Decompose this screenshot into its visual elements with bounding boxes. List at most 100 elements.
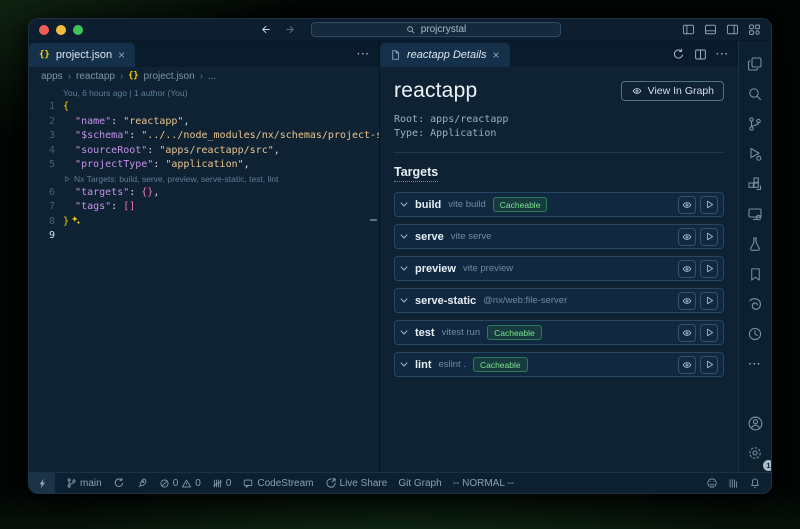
vim-mode-status[interactable]: -- NORMAL -- <box>453 478 514 489</box>
minimize-window-button[interactable] <box>56 25 66 35</box>
code-token: : <box>111 201 123 212</box>
target-actions <box>678 228 718 246</box>
breadcrumb-item[interactable]: apps <box>41 71 63 82</box>
account-icon[interactable] <box>739 408 771 438</box>
target-row-lint[interactable]: linteslint .Cacheable <box>394 352 724 377</box>
todo-tally-status[interactable]: 0 <box>212 478 232 489</box>
toggle-sidebar-right-icon[interactable] <box>726 23 739 36</box>
remote-explorer-icon[interactable] <box>739 199 771 229</box>
notifications-bell-icon[interactable] <box>749 477 761 489</box>
explorer-icon[interactable] <box>739 49 771 79</box>
refresh-icon[interactable] <box>672 48 685 61</box>
eye-icon <box>631 86 643 96</box>
codelens-top[interactable]: You, 6 hours ago | 1 author (You) <box>29 87 379 100</box>
target-row-preview[interactable]: previewvite preview <box>394 256 724 281</box>
problems-status[interactable]: 0 0 <box>159 478 201 489</box>
target-actions <box>678 356 718 374</box>
close-tab-icon[interactable]: × <box>493 49 500 61</box>
view-target-button[interactable] <box>678 228 696 246</box>
close-tab-icon[interactable]: × <box>118 49 125 61</box>
code-editor[interactable]: You, 6 hours ago | 1 author (You)1{2 "na… <box>29 85 379 472</box>
codestream-status[interactable]: CodeStream <box>242 478 313 489</box>
toggle-sidebar-left-icon[interactable] <box>682 23 695 36</box>
git-graph-status[interactable]: Git Graph <box>398 478 441 489</box>
live-share-status[interactable]: Live Share <box>325 477 388 489</box>
bookmarks-icon[interactable] <box>739 259 771 289</box>
sync-status-icon[interactable] <box>113 477 125 489</box>
breadcrumb-item[interactable]: ... <box>208 71 216 82</box>
split-editor-icon[interactable] <box>694 48 707 61</box>
root-label: Root: <box>394 114 424 125</box>
source-control-icon[interactable] <box>739 109 771 139</box>
additional-views-icon[interactable]: ··· <box>739 349 771 379</box>
view-in-graph-button[interactable]: View In Graph <box>621 81 724 101</box>
breadcrumb-item[interactable]: reactapp <box>76 71 115 82</box>
activity-bar: ··· 1 <box>738 41 771 472</box>
view-target-button[interactable] <box>678 324 696 342</box>
code-token: , <box>244 159 250 170</box>
run-target-button[interactable] <box>700 228 718 246</box>
run-target-button[interactable] <box>700 260 718 278</box>
view-target-button[interactable] <box>678 196 696 214</box>
chevron-down-icon[interactable] <box>401 296 408 303</box>
gitlens-swirl-icon[interactable] <box>739 289 771 319</box>
target-row-serve-static[interactable]: serve-static@nx/web:file-server <box>394 288 724 313</box>
line-number: 7 <box>29 200 55 215</box>
target-row-build[interactable]: buildvite buildCacheable <box>394 192 724 217</box>
target-actions <box>678 196 718 214</box>
file-icon <box>390 49 401 61</box>
navigate-forward-icon[interactable] <box>284 24 297 35</box>
command-center-search[interactable]: projcrystal <box>311 22 561 37</box>
code-line-8: 8} <box>29 215 379 230</box>
launch-rocket-icon[interactable] <box>136 477 148 489</box>
view-target-button[interactable] <box>678 356 696 374</box>
codelens-text: You, 6 hours ago | 1 author (You) <box>63 87 187 100</box>
target-row-serve[interactable]: servevite serve <box>394 224 724 249</box>
sparkle-suggestion-icon[interactable] <box>71 215 81 225</box>
settings-badge: 1 <box>763 460 772 471</box>
view-target-button[interactable] <box>678 292 696 310</box>
project-details-view: reactapp View In Graph Root: apps/reacta… <box>380 67 738 472</box>
settings-gear-icon[interactable]: 1 <box>739 438 771 468</box>
chevron-down-icon[interactable] <box>401 328 408 335</box>
zoom-window-button[interactable] <box>73 25 83 35</box>
code-token: [] <box>123 201 135 212</box>
run-target-button[interactable] <box>700 292 718 310</box>
codelens-nx[interactable]: Nx Targets: build, serve, preview, serve… <box>29 173 379 186</box>
code-token: , <box>183 116 189 127</box>
code-token: , <box>274 145 280 156</box>
remote-indicator[interactable] <box>29 473 55 493</box>
chevron-down-icon[interactable] <box>401 264 408 271</box>
testing-icon[interactable] <box>739 229 771 259</box>
pending-tasks-icon[interactable] <box>728 478 739 489</box>
extensions-icon[interactable] <box>739 169 771 199</box>
toggle-panel-icon[interactable] <box>704 23 717 36</box>
breadcrumb-item[interactable]: project.json <box>144 71 195 82</box>
run-target-button[interactable] <box>700 356 718 374</box>
navigate-back-icon[interactable] <box>259 24 272 35</box>
target-command: @nx/web:file-server <box>483 295 567 306</box>
run-target-button[interactable] <box>700 324 718 342</box>
json-file-icon: {} <box>128 71 138 81</box>
chevron-down-icon[interactable] <box>401 232 408 239</box>
git-branch-status[interactable]: main <box>66 477 102 489</box>
more-actions-icon[interactable]: ··· <box>716 49 729 60</box>
run-target-button[interactable] <box>700 196 718 214</box>
target-row-test[interactable]: testvitest runCacheable <box>394 320 724 345</box>
chevron-down-icon[interactable] <box>401 200 408 207</box>
run-debug-icon[interactable] <box>739 139 771 169</box>
code-token: { <box>63 101 69 112</box>
timeline-clock-icon[interactable] <box>739 319 771 349</box>
tab-reactapp-details[interactable]: reactapp Details × <box>380 43 510 67</box>
customize-layout-icon[interactable] <box>748 23 761 36</box>
code-token: "$schema" <box>75 130 129 141</box>
tab-project-json[interactable]: {} project.json × <box>29 43 135 67</box>
more-actions-icon[interactable]: ··· <box>357 49 370 60</box>
close-window-button[interactable] <box>39 25 49 35</box>
view-target-button[interactable] <box>678 260 696 278</box>
chevron-down-icon[interactable] <box>401 360 408 367</box>
breadcrumb: apps›reactapp›{}project.json›... <box>29 67 379 85</box>
json-file-icon: {} <box>39 50 50 60</box>
feedback-smiley-icon[interactable] <box>706 477 718 489</box>
search-icon[interactable] <box>739 79 771 109</box>
